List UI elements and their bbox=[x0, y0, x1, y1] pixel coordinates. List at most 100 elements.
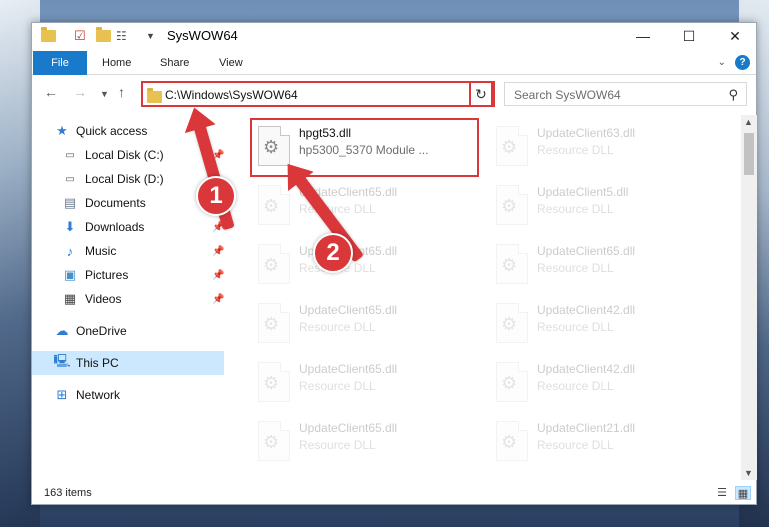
vertical-scrollbar[interactable]: ▲ ▼ bbox=[741, 115, 757, 480]
close-button[interactable]: ✕ bbox=[712, 23, 758, 49]
sidebar-item-local-disk-d[interactable]: ▭ Local Disk (D:) bbox=[32, 167, 224, 191]
expand-ribbon-icon[interactable]: ⌄ bbox=[718, 57, 726, 68]
pictures-icon: ▣ bbox=[63, 267, 77, 282]
computer-icon: 🖳 bbox=[53, 353, 71, 368]
file-type: Resource DLL bbox=[537, 261, 614, 275]
tab-home[interactable]: Home bbox=[102, 51, 131, 75]
search-input[interactable]: Search SysWOW64 ⚲ bbox=[504, 82, 747, 106]
search-icon[interactable]: ⚲ bbox=[728, 87, 738, 103]
file-type: Resource DLL bbox=[537, 379, 614, 393]
file-name: UpdateClient5.dll bbox=[537, 185, 629, 199]
file-type: Resource DLL bbox=[537, 438, 614, 452]
scrollbar-thumb[interactable] bbox=[744, 133, 754, 175]
list-item[interactable]: ⚙ UpdateClient5.dll Resource DLL bbox=[488, 177, 728, 237]
list-item[interactable]: ⚙ UpdateClient63.dll Resource DLL bbox=[488, 118, 728, 178]
navigation-pane: ★ Quick access ▭ Local Disk (C:) 📌 ▭ Loc… bbox=[32, 115, 224, 475]
sidebar-item-label: This PC bbox=[76, 356, 119, 370]
explorer-window: ☑ ☷ ▼ SysWOW64 — ☐ ✕ File Home Share Vie… bbox=[31, 22, 757, 505]
tab-share[interactable]: Share bbox=[160, 51, 189, 75]
file-type: hp5300_5370 Module ... bbox=[299, 143, 429, 157]
new-folder-icon[interactable] bbox=[96, 27, 111, 45]
file-name: UpdateClient65.dll bbox=[537, 244, 636, 258]
up-arrow-icon[interactable]: ↑ bbox=[118, 84, 125, 100]
list-item[interactable]: ⚙ UpdateClient42.dll Resource DLL bbox=[488, 354, 728, 414]
back-arrow-icon[interactable]: ← bbox=[44, 84, 58, 100]
gear-icon: ⚙ bbox=[263, 373, 280, 393]
address-path[interactable]: C:\Windows\SysWOW64 bbox=[165, 88, 298, 102]
scroll-down-icon[interactable]: ▼ bbox=[744, 468, 753, 478]
list-item[interactable]: ⚙ UpdateClient65.dll Resource DLL bbox=[250, 236, 490, 296]
file-name: UpdateClient65.dll bbox=[299, 303, 398, 317]
sidebar-item-label: Quick access bbox=[76, 124, 148, 138]
sidebar-item-local-disk-c[interactable]: ▭ Local Disk (C:) 📌 bbox=[32, 143, 224, 167]
sidebar-item-label: Pictures bbox=[85, 268, 129, 282]
quick-access-folder-icon[interactable] bbox=[41, 27, 56, 45]
title-bar: ☑ ☷ ▼ SysWOW64 — ☐ ✕ bbox=[32, 23, 756, 49]
address-bar[interactable]: C:\Windows\SysWOW64 ⌄ bbox=[141, 81, 495, 107]
gear-icon: ⚙ bbox=[263, 196, 280, 216]
recent-locations-chevron-icon[interactable]: ▼ bbox=[100, 89, 109, 99]
sidebar-item-label: OneDrive bbox=[76, 324, 127, 338]
minimize-button[interactable]: — bbox=[620, 23, 666, 49]
properties-check-icon[interactable]: ☑ bbox=[74, 27, 86, 45]
sidebar-item-music[interactable]: ♪ Music 📌 bbox=[32, 239, 225, 263]
gear-icon: ⚙ bbox=[263, 255, 280, 275]
documents-icon: ▤ bbox=[63, 195, 77, 210]
gear-icon: ⚙ bbox=[263, 314, 280, 334]
gear-icon: ⚙ bbox=[501, 373, 518, 393]
file-name: UpdateClient65.dll bbox=[299, 362, 398, 376]
details-view-icon[interactable]: ☰ bbox=[714, 486, 730, 500]
sidebar-item-network[interactable]: ⊞ Network bbox=[32, 383, 224, 407]
tab-view[interactable]: View bbox=[219, 51, 243, 75]
list-item[interactable]: ⚙ UpdateClient65.dll Resource DLL bbox=[250, 295, 490, 355]
star-icon: ★ bbox=[56, 123, 68, 138]
quick-access-dropdown-icon[interactable]: ▼ bbox=[146, 27, 155, 45]
tab-file[interactable]: File bbox=[33, 51, 87, 75]
pin-icon[interactable]: 📌 bbox=[212, 246, 224, 257]
gear-icon: ⚙ bbox=[263, 432, 280, 452]
pin-icon[interactable]: 📌 bbox=[212, 294, 224, 305]
sidebar-item-downloads[interactable]: ⬇ Downloads 📌 bbox=[32, 215, 225, 239]
refresh-button[interactable]: ↻ bbox=[469, 81, 493, 107]
tiles-view-icon[interactable]: ▦ bbox=[735, 486, 751, 500]
sidebar-item-pictures[interactable]: ▣ Pictures 📌 bbox=[32, 263, 225, 287]
ribbon-tabs: File Home Share View ⌄ ? bbox=[32, 51, 756, 75]
maximize-button[interactable]: ☐ bbox=[666, 23, 712, 49]
download-icon: ⬇ bbox=[64, 219, 76, 234]
help-button[interactable]: ? bbox=[735, 55, 750, 70]
gear-icon: ⚙ bbox=[501, 196, 518, 216]
file-name: UpdateClient21.dll bbox=[537, 421, 636, 435]
scroll-up-icon[interactable]: ▲ bbox=[744, 117, 753, 127]
sidebar-item-label: Downloads bbox=[85, 220, 145, 234]
forward-arrow-icon[interactable]: → bbox=[73, 84, 87, 100]
list-item[interactable]: ⚙ UpdateClient42.dll Resource DLL bbox=[488, 295, 728, 355]
drive-icon: ▭ bbox=[65, 149, 75, 161]
network-icon: ⊞ bbox=[56, 387, 68, 402]
sidebar-item-this-pc[interactable]: 🖳 This PC bbox=[32, 351, 224, 375]
list-item[interactable]: ⚙ UpdateClient65.dll Resource DLL bbox=[250, 413, 490, 473]
file-type: Resource DLL bbox=[299, 379, 376, 393]
list-item[interactable]: ⚙ UpdateClient65.dll Resource DLL bbox=[488, 236, 728, 296]
sidebar-item-onedrive[interactable]: ☁ OneDrive bbox=[32, 319, 224, 343]
file-name: UpdateClient42.dll bbox=[537, 362, 636, 376]
sidebar-item-label: Network bbox=[76, 388, 121, 402]
gear-icon: ⚙ bbox=[501, 432, 518, 452]
sidebar-item-label: Videos bbox=[85, 292, 122, 306]
list-item[interactable]: ⚙ UpdateClient21.dll Resource DLL bbox=[488, 413, 728, 473]
videos-icon: ▦ bbox=[63, 291, 77, 306]
navigation-bar: ← → ▼ ↑ C:\Windows\SysWOW64 ⌄ ↻ Search S… bbox=[32, 79, 756, 109]
folder-icon bbox=[147, 88, 162, 103]
gear-icon: ⚙ bbox=[263, 137, 280, 157]
pin-icon[interactable]: 📌 bbox=[212, 270, 224, 281]
file-name: hpgt53.dll bbox=[299, 126, 352, 140]
drive-icon: ▭ bbox=[65, 173, 75, 185]
file-type: Resource DLL bbox=[299, 438, 376, 452]
sidebar-item-videos[interactable]: ▦ Videos 📌 bbox=[32, 287, 225, 311]
customize-toolbar-icon[interactable]: ☷ bbox=[116, 27, 127, 45]
file-type: Resource DLL bbox=[537, 320, 614, 334]
status-bar: 163 items ☰ ▦ bbox=[32, 482, 756, 505]
step-badge-1: 1 bbox=[196, 176, 236, 216]
file-type: Resource DLL bbox=[537, 143, 614, 157]
file-type: Resource DLL bbox=[537, 202, 614, 216]
list-item[interactable]: ⚙ UpdateClient65.dll Resource DLL bbox=[250, 354, 490, 414]
